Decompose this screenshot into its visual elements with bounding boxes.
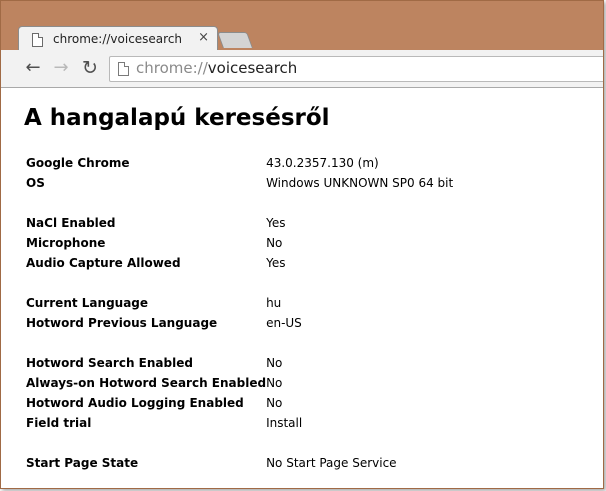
- reload-icon[interactable]: ↻: [79, 57, 101, 79]
- row-value: No: [266, 236, 283, 250]
- spacer-cell: [26, 433, 566, 453]
- row-key: Audio Capture Allowed: [26, 256, 181, 270]
- row-key: Hotword Search Enabled: [26, 356, 193, 370]
- row-key: OS: [26, 176, 45, 190]
- row-value: Windows UNKNOWN SP0 64 bit: [266, 176, 454, 190]
- url-text[interactable]: chrome://voicesearch: [136, 59, 297, 77]
- table-row: Hotword Audio Logging Enabled No: [26, 393, 566, 413]
- back-arrow-icon[interactable]: ←: [22, 57, 44, 79]
- table-row: Audio Capture Allowed Yes: [26, 253, 566, 273]
- row-key: Microphone: [26, 236, 106, 250]
- table-row: NaCl Enabled Yes: [26, 213, 566, 233]
- row-key: Hotword Audio Logging Enabled: [26, 396, 244, 410]
- row-key: Google Chrome: [26, 156, 130, 170]
- table-row: Always-on Hotword Search Enabled No: [26, 373, 566, 393]
- tab-voicesearch[interactable]: chrome://voicesearch ×: [18, 26, 218, 51]
- close-icon[interactable]: ×: [198, 30, 209, 45]
- table-row: Microphone No: [26, 233, 566, 253]
- row-value: Yes: [266, 256, 286, 270]
- table-row: Field trial Install: [26, 413, 566, 433]
- row-value: No: [266, 376, 283, 390]
- row-key: Start Page State: [26, 456, 139, 470]
- table-row: Google Chrome 43.0.2357.130 (m): [26, 153, 566, 173]
- row-value: No Start Page Service: [266, 456, 397, 470]
- spacer-row: [26, 193, 566, 213]
- spacer-row: [26, 273, 566, 293]
- table-row: OS Windows UNKNOWN SP0 64 bit: [26, 173, 566, 193]
- table-row: Hotword Search Enabled No: [26, 353, 566, 373]
- spacer-cell: [26, 273, 566, 293]
- url-path: voicesearch: [207, 59, 298, 77]
- address-bar[interactable]: chrome://voicesearch: [109, 56, 603, 82]
- spacer-cell: [26, 333, 566, 353]
- new-tab-button[interactable]: [217, 32, 253, 48]
- table-row: Hotword Previous Language en-US: [26, 313, 566, 333]
- row-value: No: [266, 356, 283, 370]
- info-table: Google Chrome 43.0.2357.130 (m) OS Windows …: [26, 153, 566, 473]
- row-key: Hotword Previous Language: [26, 316, 218, 330]
- row-value: hu: [266, 296, 282, 310]
- page-icon: [118, 62, 129, 76]
- spacer-row: [26, 333, 566, 353]
- row-value: 43.0.2357.130 (m): [266, 156, 379, 170]
- row-key: Current Language: [26, 296, 149, 310]
- row-key: NaCl Enabled: [26, 216, 116, 230]
- table-row: Current Language hu: [26, 293, 566, 313]
- tab-title: chrome://voicesearch: [53, 32, 183, 46]
- page-title: A hangalapú keresésről: [24, 105, 330, 131]
- row-value: No: [266, 396, 283, 410]
- page-content: A hangalapú keresésről Google Chrome 43.0…: [1, 88, 603, 488]
- spacer-row: [26, 433, 566, 453]
- spacer-cell: [26, 193, 566, 213]
- row-key: Always-on Hotword Search Enabled: [26, 376, 267, 390]
- row-value: Install: [266, 416, 303, 430]
- page-icon: [32, 33, 43, 47]
- title-bar: chrome://voicesearch ×: [1, 1, 603, 51]
- row-value: en-US: [266, 316, 302, 330]
- url-scheme: chrome://: [136, 59, 208, 77]
- row-key: Field trial: [26, 416, 92, 430]
- browser-window: chrome://voicesearch × ← → ↻ chrome://vo…: [0, 0, 604, 489]
- row-value: Yes: [266, 216, 286, 230]
- forward-arrow-icon[interactable]: →: [50, 57, 72, 79]
- table-row: Start Page State No Start Page Service: [26, 453, 566, 473]
- toolbar: ← → ↻ chrome://voicesearch: [1, 50, 603, 88]
